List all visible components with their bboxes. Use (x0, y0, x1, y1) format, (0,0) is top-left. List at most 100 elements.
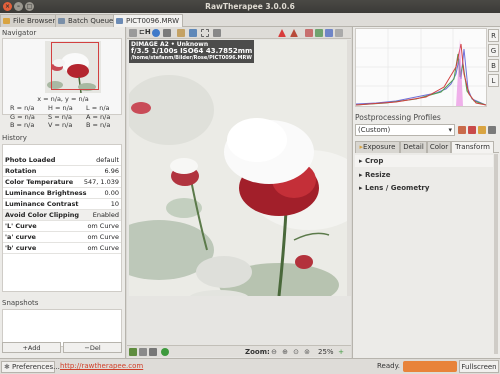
file-path: /home/stefanm/Bilder/Rose/PICT0096.MRW (131, 55, 252, 61)
website-link[interactable]: http://rawtherapee.com (60, 362, 143, 370)
go-icon[interactable] (161, 348, 169, 356)
tab-color[interactable]: Color (427, 141, 451, 153)
history-value: om Curve (87, 233, 119, 241)
history-value: 0.00 (104, 189, 119, 197)
hand-tool-icon[interactable] (177, 29, 185, 37)
history-row[interactable]: 'b' curve om Curve (3, 243, 121, 254)
exposure-info: f/3.5 1/100s ISO64 43.7852mm (131, 47, 253, 55)
fullscreen-button[interactable]: Fullscreen (459, 360, 499, 373)
postproc-title: Postprocessing Profiles (355, 113, 441, 122)
history-row[interactable]: Photo Loaded default (3, 155, 121, 166)
vertical-scrollbar[interactable] (347, 40, 351, 296)
tool-label: Resize (364, 171, 391, 179)
history-row[interactable]: 'a' curve om Curve (3, 232, 121, 243)
hide-label: H (144, 28, 151, 36)
tools-scrollbar[interactable] (494, 154, 498, 354)
channel-red-icon[interactable] (305, 29, 313, 37)
tab-transform[interactable]: Transform (451, 141, 494, 153)
compare-icon[interactable] (149, 348, 157, 356)
color-picker-icon[interactable] (189, 29, 197, 37)
l-value: L = n/a (86, 104, 110, 112)
paste-profile-icon[interactable] (468, 126, 476, 134)
history-row[interactable]: Luminance Brightness 0.00 (3, 188, 121, 199)
tool-lens-geometry[interactable]: ▸ Lens / Geometry (355, 182, 493, 194)
close-icon[interactable]: × (3, 2, 12, 11)
folder-icon (3, 18, 10, 24)
editor-panel: ⊏H DIMAGE A2 • Unknown f/3.5 1/100s ISO6… (127, 27, 351, 358)
straighten-icon[interactable] (213, 29, 221, 37)
tool-crop[interactable]: ▸ Crop (355, 155, 493, 167)
tab-exposure[interactable]: ▸Exposure (355, 141, 400, 153)
tab-batch-queue[interactable]: Batch Queue (55, 14, 118, 27)
channel-green-icon[interactable] (315, 29, 323, 37)
channel-blue-icon[interactable] (325, 29, 333, 37)
warning-shadow-icon[interactable] (290, 29, 298, 37)
window-title-bar: × – □ RawTherapee 3.0.0.6 (0, 0, 500, 13)
hide-toolbar-button[interactable]: ⊏H (139, 28, 151, 36)
postproc-profile-select[interactable]: (Custom) ▾ (355, 124, 455, 136)
history-row[interactable]: Color Temperature 547, 1.039 (3, 177, 121, 188)
add-snapshot-button[interactable]: +Add (2, 342, 61, 353)
save-profile-icon[interactable] (488, 126, 496, 134)
histogram (355, 28, 487, 107)
history-list: Photo Loaded default Rotation 6.96 Color T… (2, 144, 122, 292)
tab-label: Color (429, 143, 449, 151)
histogram-lum-toggle[interactable]: L (488, 74, 499, 87)
histogram-red-toggle[interactable]: R (488, 29, 499, 42)
tool-resize[interactable]: ▸ Resize (355, 169, 493, 181)
zoom-fit-icon[interactable]: ⊙ (292, 348, 300, 356)
zoom-out-icon[interactable]: ⊖ (270, 348, 278, 356)
histogram-green-toggle[interactable]: G (488, 44, 499, 57)
tab-file-browser[interactable]: File Browser (0, 14, 60, 27)
preview-mode-icon[interactable] (129, 348, 137, 356)
channel-lum-icon[interactable] (335, 29, 343, 37)
history-value: 547, 1.039 (83, 178, 119, 186)
history-key: 'L' Curve (5, 222, 37, 230)
photo-canvas (129, 40, 349, 296)
gear-icon: ✱ (4, 363, 10, 371)
zoom-in-icon[interactable]: ⊕ (281, 348, 289, 356)
new-window-icon[interactable]: + (337, 348, 345, 356)
tab-label: Exposure (363, 143, 396, 151)
minimize-icon[interactable]: – (14, 2, 23, 11)
history-row[interactable]: 'L' Curve om Curve (3, 221, 121, 232)
right-panel: R G B L Postprocessing Profiles (Custom)… (352, 27, 500, 358)
preferences-button[interactable]: ✱ Preferences... (1, 361, 60, 373)
detail-window-icon[interactable] (139, 348, 147, 356)
tab-detail[interactable]: Detail (400, 141, 427, 153)
image-preview[interactable]: DIMAGE A2 • Unknown f/3.5 1/100s ISO64 4… (129, 40, 349, 296)
history-key: Luminance Brightness (5, 189, 87, 197)
tool-label: Lens / Geometry (364, 184, 430, 192)
zoom-bar: Zoom: ⊖ ⊕ ⊙ ⊚ 25% + (127, 345, 351, 357)
zoom-100-icon[interactable]: ⊚ (303, 348, 311, 356)
history-row[interactable]: Rotation 6.96 (3, 166, 121, 177)
crop-tool-icon[interactable] (201, 29, 209, 37)
hide-panel-icon[interactable] (129, 29, 137, 37)
r-value: R = n/a (10, 104, 35, 112)
tab-label: Detail (403, 143, 424, 151)
del-label: Del (89, 344, 101, 352)
navigator-viewport-rect[interactable] (51, 42, 99, 90)
tab-label: Transform (455, 143, 490, 151)
warning-highlight-icon[interactable] (278, 29, 286, 37)
b-value: B = n/a (10, 121, 35, 129)
main-tab-bar: File Browser Batch Queue PICT0096.MRW (0, 13, 500, 27)
queue-icon (58, 18, 65, 24)
load-profile-icon[interactable] (478, 126, 486, 134)
chevron-down-icon: ▾ (448, 126, 452, 134)
history-key: 'b' curve (5, 244, 37, 252)
histogram-blue-toggle[interactable]: B (488, 59, 499, 72)
info-icon[interactable] (152, 29, 160, 37)
before-after-icon[interactable] (163, 29, 171, 37)
history-row[interactable]: Avoid Color Clipping Enabled (3, 210, 121, 221)
tab-label: Batch Queue (68, 17, 114, 25)
image-icon (116, 18, 123, 24)
progress-bar (403, 361, 457, 372)
history-key: Rotation (5, 167, 37, 175)
tab-editor[interactable]: PICT0096.MRW (113, 14, 184, 27)
delete-snapshot-button[interactable]: −Del (63, 342, 122, 353)
maximize-icon[interactable]: □ (25, 2, 34, 11)
history-row[interactable]: Luminance Contrast 10 (3, 199, 121, 210)
copy-profile-icon[interactable] (458, 126, 466, 134)
status-bar: ✱ Preferences... http://rawtherapee.com … (0, 358, 500, 374)
